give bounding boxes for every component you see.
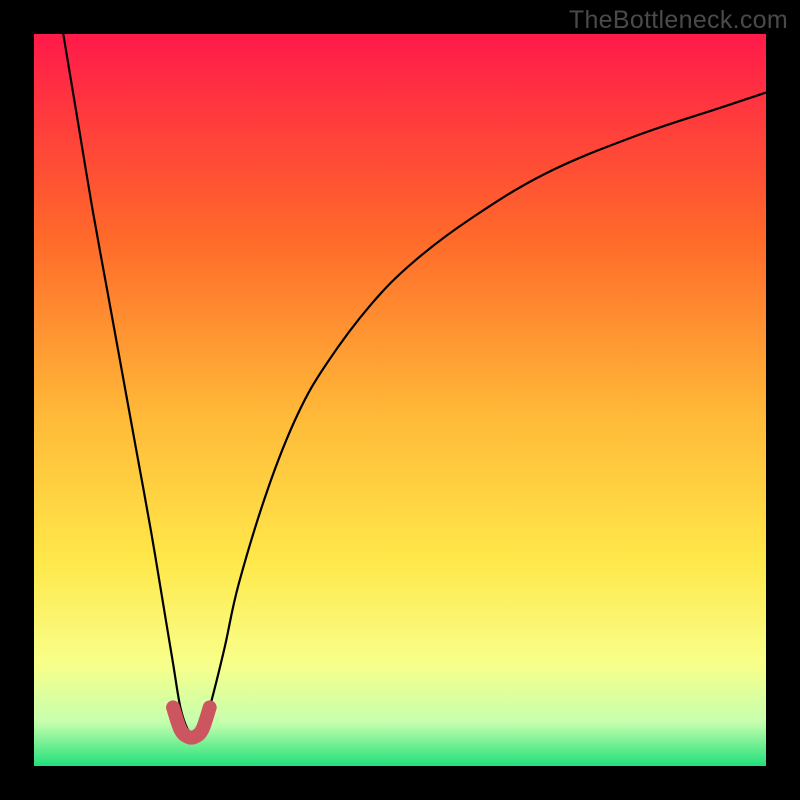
curve-layer (34, 34, 766, 766)
bottleneck-marker (173, 707, 210, 737)
plot-area (34, 34, 766, 766)
bottleneck-curve (63, 34, 766, 737)
watermark-text: TheBottleneck.com (569, 6, 788, 35)
